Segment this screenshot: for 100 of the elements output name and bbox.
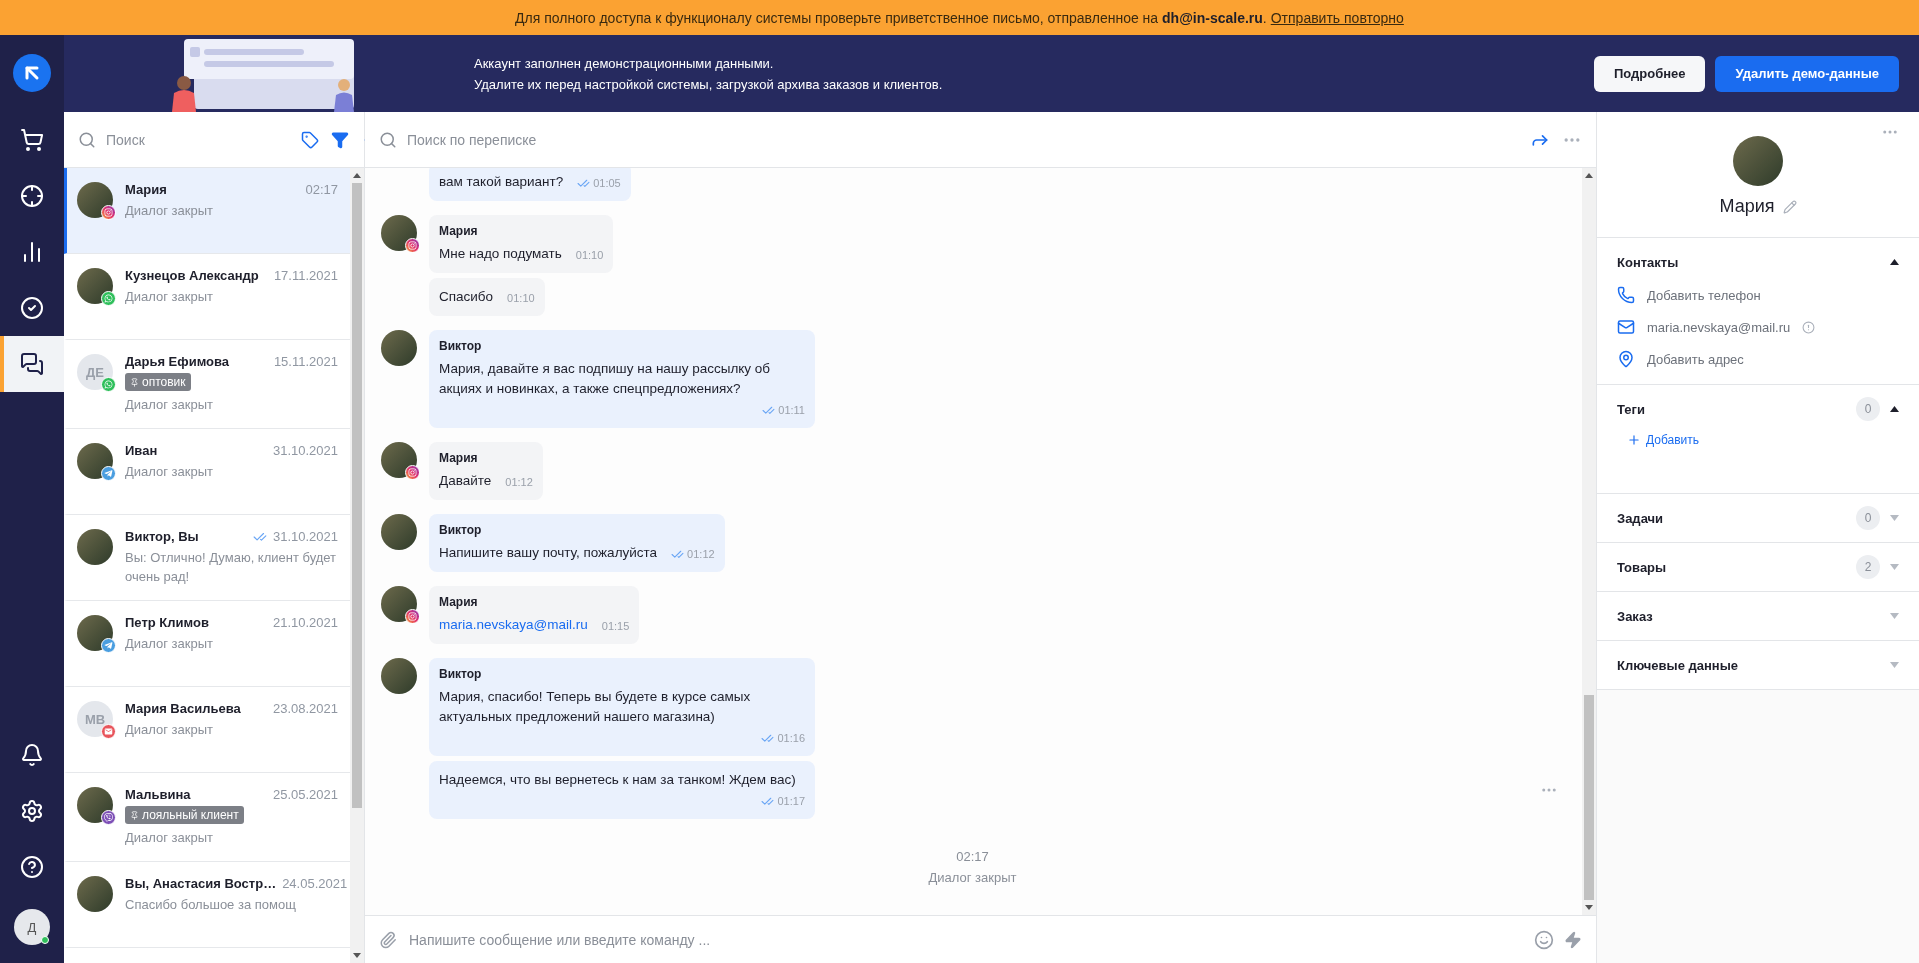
conversation-date: 31.10.2021: [272, 529, 338, 544]
scroll-down-icon[interactable]: [1585, 905, 1593, 910]
photo-placeholder: [381, 586, 417, 622]
section-count: 0: [1856, 506, 1880, 530]
section-count: 0: [1856, 397, 1880, 421]
message-author: Мария: [439, 224, 479, 238]
scroll-up-icon[interactable]: [353, 173, 361, 178]
photo-placeholder: [381, 330, 417, 366]
scroll-up-icon[interactable]: [1585, 173, 1593, 178]
conversation-date: 17.11.2021: [273, 268, 338, 283]
message-time: 01:10: [507, 291, 535, 306]
emoji-icon[interactable]: [1534, 929, 1554, 950]
banner-text: Удалите их перед настройкой системы, загрузкой архива заказов и клиентов.: [474, 76, 944, 92]
scrollbar-thumb[interactable]: [352, 183, 362, 808]
email-link[interactable]: maria.nevskaya@mail.ru: [439, 615, 588, 635]
section-title: Теги: [1617, 401, 1646, 417]
scrollbar[interactable]: [1582, 168, 1596, 915]
caret-up-icon[interactable]: [1890, 406, 1899, 412]
message-text: вам такой вариант?: [439, 173, 564, 191]
logo-icon[interactable]: [13, 54, 51, 92]
photo-placeholder: [77, 443, 113, 479]
scroll-down-icon[interactable]: [353, 953, 361, 958]
lightning-icon[interactable]: [1564, 930, 1582, 949]
message-time: 01:10: [575, 248, 604, 263]
contact-name: Мария Васильева: [125, 701, 242, 716]
conversation-preview: Спасибо большое за помощ: [125, 896, 297, 914]
contact-value[interactable]: Добавить адрес: [1647, 351, 1744, 367]
conversation-preview: Диалог закрыт: [125, 396, 215, 414]
message-text: Мне надо подумать: [439, 245, 562, 263]
contact-name: Петр Климов: [125, 615, 210, 630]
message-time: 01:15: [601, 619, 630, 634]
avatar-initials: МВ: [77, 701, 113, 737]
photo-placeholder: [77, 529, 113, 565]
message-text: Мария, спасибо! Теперь вы будете в курсе самых актуальных предложений нашего магазина): [439, 688, 752, 726]
conversation-preview: Диалог закрыт: [125, 635, 215, 653]
photo-placeholder: [77, 268, 113, 304]
conversation-preview: Диалог закрыт: [125, 288, 215, 306]
resend-link[interactable]: Отправить повторно: [1270, 9, 1404, 26]
mail-icon: [1617, 318, 1635, 336]
map-pin-icon: [1617, 350, 1635, 368]
section-header[interactable]: Заказ: [1597, 592, 1919, 640]
section-title: Задачи: [1617, 510, 1665, 526]
delete-demo-button[interactable]: Удалить демо-данные: [1715, 55, 1899, 92]
conversation-tag: оптовик: [125, 373, 191, 391]
contact-name: Виктор, Вы: [125, 529, 200, 544]
message-author: Виктор: [439, 339, 483, 353]
paperclip-icon[interactable]: [379, 930, 397, 949]
conversation-date: 15.11.2021: [273, 354, 338, 369]
section-count: 2: [1856, 555, 1880, 579]
filter-icon[interactable]: [331, 130, 349, 149]
contact-value[interactable]: Добавить телефон: [1647, 287, 1761, 303]
section-header[interactable]: Товары 2: [1597, 543, 1919, 591]
message-author: Мария: [439, 451, 479, 465]
message-time: 01:12: [505, 475, 533, 490]
message-text: Давайте: [439, 472, 492, 490]
message-author: Виктор: [439, 523, 483, 537]
contact-name: Дарья Ефимова: [125, 354, 231, 369]
conversation-date: 25.05.2021: [272, 787, 338, 802]
details-button[interactable]: Подробнее: [1593, 55, 1706, 92]
conversation-date: 31.10.2021: [272, 443, 338, 458]
scrollbar-thumb[interactable]: [1584, 695, 1594, 900]
photo-placeholder: [1733, 136, 1783, 186]
photo-placeholder: [77, 615, 113, 651]
chat-nav-icon[interactable]: [0, 336, 64, 392]
user-avatar[interactable]: Д: [14, 909, 50, 945]
caret-up-icon[interactable]: [1890, 259, 1899, 265]
conversation-date: 24.05.2021: [282, 876, 348, 891]
photo-placeholder: [77, 787, 113, 823]
dialog-status: Диалог закрыт: [928, 870, 1017, 885]
conversation-date: 23.08.2021: [272, 701, 338, 716]
pin-icon: [130, 810, 139, 820]
section-header[interactable]: Теги 0: [1597, 385, 1919, 433]
message-author: Мария: [439, 595, 479, 609]
contact-name: Вы, Анастасия Востр…: [125, 876, 277, 891]
message-input[interactable]: Напишите сообщение или введите команду ...: [407, 930, 1524, 949]
avatar-initials: ДЕ: [77, 354, 113, 390]
section-header[interactable]: Ключевые данные: [1597, 641, 1919, 689]
profile-name: Мария: [1719, 196, 1775, 217]
conversation-preview: Диалог закрыт: [125, 721, 215, 739]
add-tag-button[interactable]: Добавить: [1617, 433, 1899, 447]
conversation-item[interactable]: Мария 02:17 Диалог закрыт: [64, 168, 350, 254]
conversation-preview: Вы: Отлично! Думаю, клиент будет очень рад!: [125, 549, 338, 586]
chat-search-field[interactable]: Поиск по переписке: [405, 130, 1518, 149]
message-time: 01:05: [593, 176, 621, 191]
photo-placeholder: [381, 442, 417, 478]
section-title: Контакты: [1617, 254, 1680, 270]
section-header[interactable]: Контакты: [1597, 238, 1919, 286]
photo-placeholder: [381, 658, 417, 694]
message-author: Виктор: [439, 667, 483, 681]
conversation-preview: Диалог закрыт: [125, 829, 215, 847]
search-field[interactable]: Поиск: [104, 130, 289, 149]
contact-name: Иван: [125, 443, 159, 458]
contact-value[interactable]: maria.nevskaya@mail.ru: [1647, 319, 1791, 335]
search-icon: [78, 130, 96, 149]
scrollbar[interactable]: [350, 168, 364, 963]
section-header[interactable]: Задачи 0: [1597, 494, 1919, 542]
tag-icon[interactable]: [301, 130, 319, 149]
search-icon: [379, 130, 397, 149]
contact-name: Мальвина: [125, 787, 192, 802]
message-time: 01:16: [777, 731, 805, 746]
